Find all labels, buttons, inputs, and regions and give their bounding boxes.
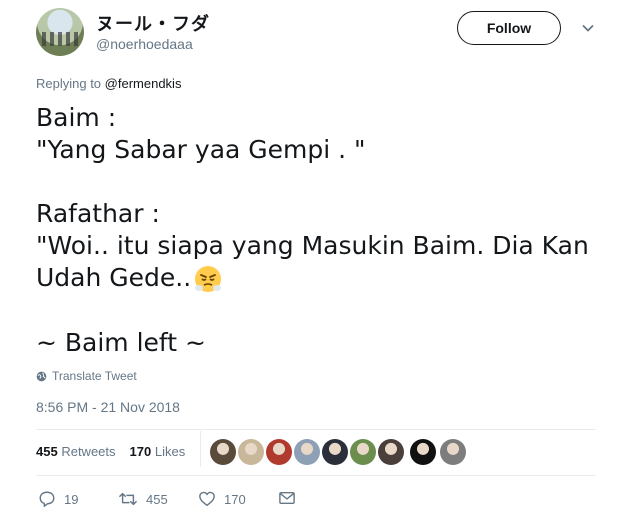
tweet-line: "Woi.. itu siapa yang Masukin Baim. Dia … — [36, 231, 589, 260]
envelope-icon — [279, 491, 295, 505]
retweets-label: Retweets — [61, 444, 116, 459]
reply-action[interactable]: 19 — [38, 490, 78, 508]
tweet-line: Udah Gede.. — [36, 263, 192, 292]
liker-avatar[interactable] — [440, 439, 466, 465]
likes-count: 170 — [129, 444, 152, 459]
liker-avatar[interactable] — [210, 439, 236, 465]
liker-avatar[interactable] — [238, 439, 264, 465]
reply-mention-link[interactable]: @fermendkis — [105, 76, 182, 91]
divider — [36, 429, 596, 430]
retweets-stat[interactable]: 455 Retweets — [36, 444, 116, 459]
liker-avatar[interactable] — [294, 439, 320, 465]
tweet-line: ~ Baim left ~ — [36, 328, 206, 357]
retweet-icon — [119, 492, 137, 506]
tweet-line-with-emoji: Udah Gede.. — [36, 262, 223, 294]
likes-label: Likes — [154, 444, 186, 459]
avatar[interactable] — [36, 8, 84, 56]
reply-count: 19 — [64, 491, 79, 507]
direct-message-action[interactable] — [278, 490, 296, 506]
follow-button[interactable]: Follow — [457, 11, 561, 45]
heart-icon — [199, 491, 215, 507]
replying-prefix: Replying to — [36, 76, 102, 91]
like-action[interactable]: 170 — [198, 490, 246, 508]
tweet-timestamp[interactable]: 8:56 PM - 21 Nov 2018 — [36, 399, 180, 415]
liker-avatar[interactable] — [322, 439, 348, 465]
reply-icon — [39, 491, 55, 507]
translate-label: Translate Tweet — [52, 369, 137, 383]
liker-avatar[interactable] — [378, 439, 404, 465]
globe-icon — [36, 371, 47, 381]
tweet-line: "Yang Sabar yaa Gempi . " — [36, 135, 366, 164]
translate-tweet-link[interactable]: Translate Tweet — [36, 369, 137, 383]
liker-avatar[interactable] — [350, 439, 376, 465]
retweet-count: 455 — [146, 491, 168, 507]
display-name[interactable]: ヌール・フダ — [96, 10, 210, 36]
tweet-line: Baim : — [36, 103, 117, 132]
stats-divider — [200, 431, 201, 467]
replying-to: Replying to @fermendkis — [36, 76, 181, 91]
retweet-action[interactable]: 455 — [118, 490, 168, 508]
like-count: 170 — [224, 491, 246, 507]
likes-stat[interactable]: 170 Likes — [130, 444, 186, 459]
huffing-face-emoji-icon — [195, 266, 222, 292]
liker-avatar[interactable] — [266, 439, 292, 465]
divider — [36, 475, 596, 476]
chevron-down-icon[interactable] — [580, 20, 596, 36]
liker-avatar[interactable] — [410, 439, 436, 465]
retweets-count: 455 — [36, 444, 58, 459]
tweet-stats: 455 Retweets 170 Likes — [36, 444, 185, 459]
tweet-line: Rafathar : — [36, 199, 160, 228]
user-handle[interactable]: @noerhoedaaa — [96, 36, 193, 52]
